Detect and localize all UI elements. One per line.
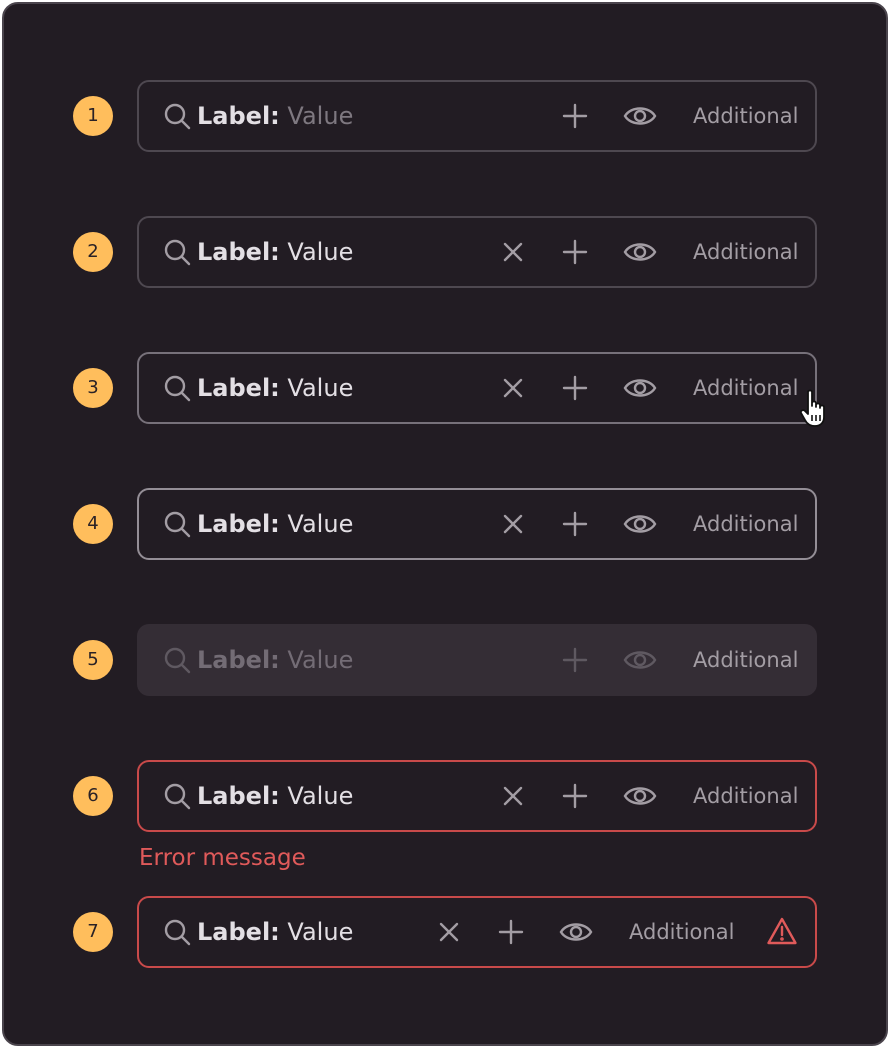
input-label-value: Label: Value	[197, 916, 353, 948]
close-icon[interactable]	[499, 510, 527, 538]
input-label-value: Label: Value	[197, 508, 353, 540]
additional-text: Additional	[693, 376, 799, 400]
text-input-disabled: Label: Value Additional	[137, 624, 817, 696]
state-row-7: 7 Label: Value Additional	[4, 896, 886, 968]
text-input-hover[interactable]: Label: Value Additional	[137, 352, 817, 424]
state-number-badge: 5	[73, 640, 113, 680]
state-row-5: 5 Label: Value Additional	[4, 624, 886, 696]
eye-icon	[623, 646, 657, 674]
additional-text: Additional	[629, 920, 735, 944]
text-input[interactable]: Label: Value Additional	[137, 216, 817, 288]
search-icon	[163, 782, 191, 810]
eye-icon[interactable]	[623, 374, 657, 402]
additional-text: Additional	[693, 512, 799, 536]
warning-icon	[767, 917, 797, 945]
input-value: Value	[287, 510, 354, 538]
input-value: Value	[287, 374, 354, 402]
search-icon	[163, 102, 191, 130]
text-input[interactable]: Label: Value Additional	[137, 80, 817, 152]
input-label: Label:	[197, 918, 280, 946]
input-value: Value	[287, 238, 354, 266]
state-number-badge: 6	[73, 776, 113, 816]
error-message: Error message	[139, 845, 306, 871]
plus-icon[interactable]	[561, 782, 589, 810]
state-number-badge: 2	[73, 232, 113, 272]
state-number-badge: 4	[73, 504, 113, 544]
search-icon	[163, 918, 191, 946]
plus-icon	[561, 646, 589, 674]
input-label: Label:	[197, 102, 280, 130]
state-row-3: 3 Label: Value Additional	[4, 352, 886, 424]
search-icon	[163, 238, 191, 266]
input-label: Label:	[197, 646, 280, 674]
input-label-value: Label: Value	[197, 644, 353, 676]
eye-icon[interactable]	[623, 238, 657, 266]
close-icon[interactable]	[499, 238, 527, 266]
input-placeholder: Value	[287, 102, 354, 130]
state-row-6: 6 Label: Value Additional	[4, 760, 886, 832]
input-label: Label:	[197, 782, 280, 810]
input-value: Value	[287, 646, 354, 674]
additional-text: Additional	[693, 784, 799, 808]
eye-icon[interactable]	[623, 102, 657, 130]
input-label: Label:	[197, 510, 280, 538]
state-number-badge: 7	[73, 912, 113, 952]
state-row-1: 1 Label: Value Additional	[4, 80, 886, 152]
plus-icon[interactable]	[561, 510, 589, 538]
input-value: Value	[287, 782, 354, 810]
close-icon[interactable]	[499, 782, 527, 810]
input-label: Label:	[197, 374, 280, 402]
eye-icon[interactable]	[623, 510, 657, 538]
state-row-4: 4 Label: Value Additional	[4, 488, 886, 560]
hand-cursor-icon	[799, 388, 831, 428]
search-icon	[163, 646, 191, 674]
additional-text: Additional	[693, 104, 799, 128]
text-input-error[interactable]: Label: Value Additional	[137, 760, 817, 832]
plus-icon[interactable]	[561, 238, 589, 266]
text-input-focused[interactable]: Label: Value Additional	[137, 488, 817, 560]
search-icon	[163, 374, 191, 402]
input-value: Value	[287, 918, 354, 946]
text-input-error-icon[interactable]: Label: Value Additional	[137, 896, 817, 968]
text-input-states-canvas: 1 Label: Value Additional 2 Label: Value	[2, 2, 888, 1046]
plus-icon[interactable]	[561, 102, 589, 130]
state-number-badge: 3	[73, 368, 113, 408]
eye-icon[interactable]	[623, 782, 657, 810]
input-label-value: Label: Value	[197, 780, 353, 812]
eye-icon[interactable]	[559, 918, 593, 946]
input-label-value: Label: Value	[197, 100, 353, 132]
close-icon[interactable]	[499, 374, 527, 402]
plus-icon[interactable]	[497, 918, 525, 946]
additional-text: Additional	[693, 648, 799, 672]
close-icon[interactable]	[435, 918, 463, 946]
plus-icon[interactable]	[561, 374, 589, 402]
input-label-value: Label: Value	[197, 236, 353, 268]
state-number-badge: 1	[73, 96, 113, 136]
input-label: Label:	[197, 238, 280, 266]
search-icon	[163, 510, 191, 538]
additional-text: Additional	[693, 240, 799, 264]
state-row-2: 2 Label: Value Additional	[4, 216, 886, 288]
input-label-value: Label: Value	[197, 372, 353, 404]
